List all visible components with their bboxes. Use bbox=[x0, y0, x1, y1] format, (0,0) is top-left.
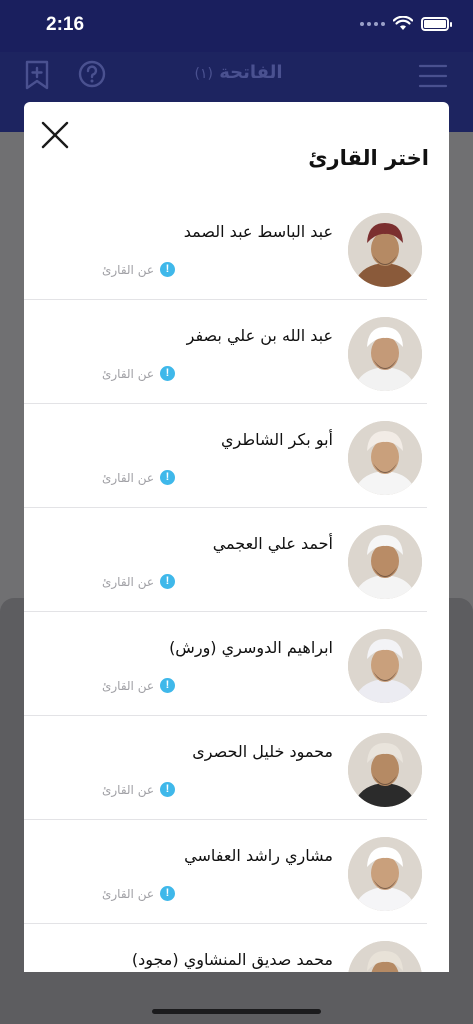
reader-name: أبو بكر الشاطري bbox=[220, 430, 333, 449]
reader-avatar bbox=[348, 317, 422, 391]
reader-avatar bbox=[348, 629, 422, 703]
reader-row[interactable]: مشاري راشد العفاسي ! عن القارئ bbox=[24, 820, 427, 924]
reader-row[interactable]: ابراهيم الدوسري (ورش) ! عن القارئ bbox=[24, 612, 427, 716]
info-icon: ! bbox=[160, 262, 175, 277]
about-reader-label: عن القارئ bbox=[101, 782, 154, 797]
about-reader-label: عن القارئ bbox=[101, 886, 154, 901]
about-reader-label: عن القارئ bbox=[101, 470, 154, 485]
wifi-icon bbox=[393, 16, 413, 30]
status-bar: 2:16 bbox=[0, 0, 473, 52]
reader-row[interactable]: عبد الله بن علي بصفر ! عن القارئ bbox=[24, 300, 427, 404]
about-reader-link[interactable]: ! عن القارئ bbox=[102, 782, 175, 797]
about-reader-link[interactable]: ! عن القارئ bbox=[102, 678, 175, 693]
reader-name: مشاري راشد العفاسي bbox=[184, 846, 333, 865]
battery-icon bbox=[421, 16, 452, 31]
reader-name: ابراهيم الدوسري (ورش) bbox=[169, 638, 333, 657]
reader-avatar bbox=[348, 525, 422, 599]
info-icon: ! bbox=[160, 574, 175, 589]
reader-name: عبد الباسط عبد الصمد bbox=[183, 222, 333, 241]
about-reader-label: عن القارئ bbox=[101, 574, 154, 589]
reader-row[interactable]: أبو بكر الشاطري ! عن القارئ bbox=[24, 404, 427, 508]
menu-icon[interactable] bbox=[418, 64, 448, 88]
reader-list: عبد الباسط عبد الصمد ! عن القارئ عبد الل… bbox=[24, 196, 449, 972]
info-icon: ! bbox=[160, 366, 175, 381]
reader-name: محمود خليل الحصرى bbox=[192, 742, 333, 761]
surah-number: (١) bbox=[194, 66, 213, 82]
reader-picker-modal: اختر القارئ عبد الباسط عبد الصمد ! عن ال… bbox=[24, 102, 449, 972]
reader-avatar bbox=[348, 837, 422, 911]
about-reader-link[interactable]: ! عن القارئ bbox=[102, 886, 175, 901]
status-icons bbox=[360, 16, 452, 31]
reader-avatar bbox=[348, 213, 422, 287]
reader-avatar bbox=[348, 941, 422, 972]
info-icon: ! bbox=[160, 886, 175, 901]
nav-title: الفاتحة (١) bbox=[0, 62, 473, 83]
about-reader-link[interactable]: ! عن القارئ bbox=[102, 470, 175, 485]
reader-avatar bbox=[348, 421, 422, 495]
about-reader-label: عن القارئ bbox=[101, 678, 154, 693]
about-reader-link[interactable]: ! عن القارئ bbox=[102, 574, 175, 589]
home-indicator bbox=[152, 1009, 321, 1014]
surah-name: الفاتحة bbox=[219, 62, 283, 83]
reader-name: أحمد علي العجمي bbox=[212, 534, 333, 553]
cellular-signal-icon bbox=[360, 21, 385, 26]
about-reader-link[interactable]: ! عن القارئ bbox=[102, 262, 175, 277]
reader-name: محمد صديق المنشاوي (مجود) bbox=[131, 950, 333, 969]
about-reader-label: عن القارئ bbox=[101, 262, 154, 277]
about-reader-link[interactable]: ! عن القارئ bbox=[102, 366, 175, 381]
close-icon[interactable] bbox=[38, 118, 72, 152]
about-reader-label: عن القارئ bbox=[101, 366, 154, 381]
reader-row[interactable]: محمود خليل الحصرى ! عن القارئ bbox=[24, 716, 427, 820]
reader-row[interactable]: أحمد علي العجمي ! عن القارئ bbox=[24, 508, 427, 612]
reader-row[interactable]: محمد صديق المنشاوي (مجود) bbox=[24, 924, 427, 972]
info-icon: ! bbox=[160, 470, 175, 485]
status-time: 2:16 bbox=[46, 14, 85, 35]
reader-name: عبد الله بن علي بصفر bbox=[186, 326, 333, 345]
info-icon: ! bbox=[160, 782, 175, 797]
info-icon: ! bbox=[160, 678, 175, 693]
modal-title: اختر القارئ bbox=[308, 146, 429, 170]
reader-row[interactable]: عبد الباسط عبد الصمد ! عن القارئ bbox=[24, 196, 427, 300]
reader-avatar bbox=[348, 733, 422, 807]
